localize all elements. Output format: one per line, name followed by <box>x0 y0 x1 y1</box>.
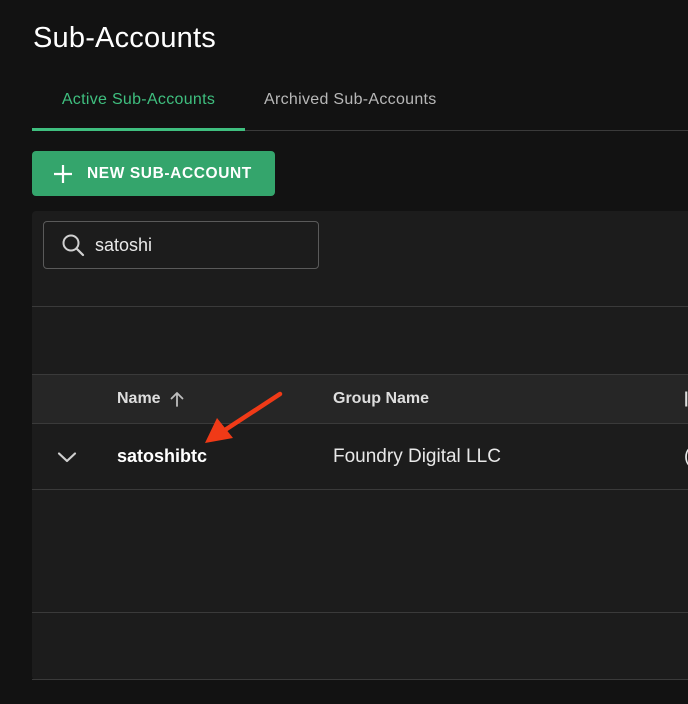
sub-accounts-page: Sub-Accounts Active Sub-Accounts Archive… <box>0 0 688 704</box>
column-header-name[interactable]: Name <box>117 375 186 423</box>
empty-row-divider <box>32 612 688 613</box>
tab-archived-sub-accounts[interactable]: Archived Sub-Accounts <box>264 76 437 130</box>
column-header-name-label: Name <box>117 390 161 407</box>
column-header-group-name[interactable]: Group Name <box>333 375 429 423</box>
cell-group-name: Foundry Digital LLC <box>333 446 501 467</box>
sort-ascending-icon <box>170 392 183 407</box>
table-bottom-divider <box>32 679 688 680</box>
new-sub-account-button[interactable]: NEW SUB-ACCOUNT <box>32 151 275 196</box>
toolbar-divider <box>32 306 688 307</box>
search-icon <box>62 234 85 257</box>
table-row[interactable]: satoshibtc Foundry Digital LLC ( <box>32 424 688 490</box>
page-title: Sub-Accounts <box>33 22 216 54</box>
search-field[interactable] <box>43 221 319 269</box>
search-input[interactable] <box>95 234 295 256</box>
plus-icon <box>54 164 72 183</box>
cell-sub-account-name[interactable]: satoshibtc <box>117 424 207 489</box>
chevron-down-icon[interactable] <box>54 444 80 470</box>
sub-accounts-table-panel: Name Group Name | satoshibtc Foundry Dig… <box>32 211 688 680</box>
cell-truncated: ( <box>684 424 688 489</box>
tab-bar: Active Sub-Accounts Archived Sub-Account… <box>32 76 688 131</box>
new-sub-account-label: NEW SUB-ACCOUNT <box>87 164 252 182</box>
tab-active-sub-accounts[interactable]: Active Sub-Accounts <box>32 76 245 131</box>
column-header-truncated: | <box>684 390 688 407</box>
table-header: Name Group Name | <box>32 374 688 424</box>
